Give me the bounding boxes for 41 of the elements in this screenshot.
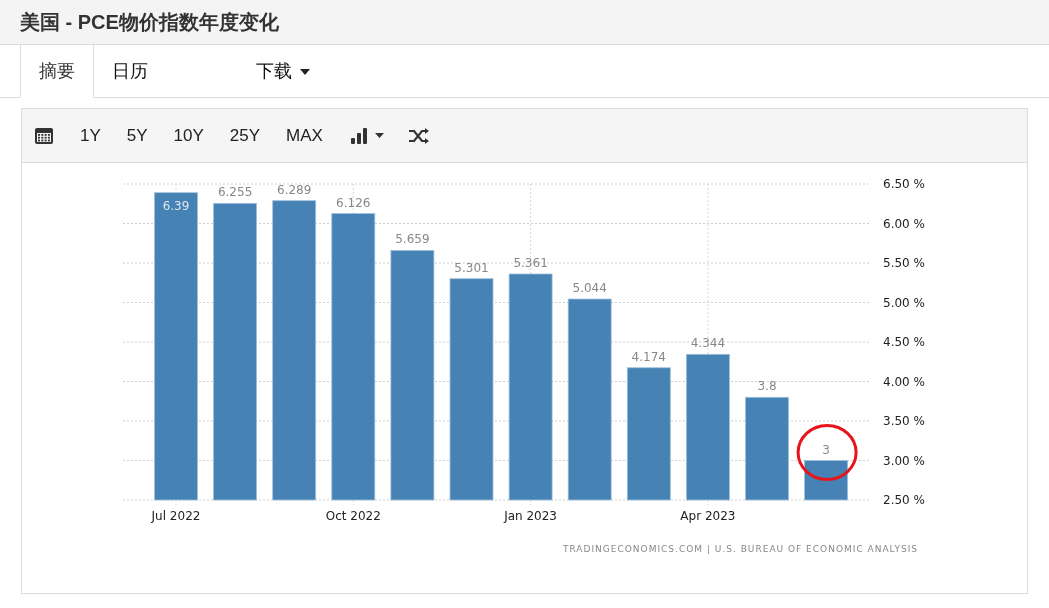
axis-label: Jul 2022 [151,509,201,523]
axis-label: 5.00 % [883,295,925,310]
data-label: 5.361 [513,256,548,270]
tab[interactable]: 下载 [166,45,326,98]
range-button[interactable]: 5Y [116,122,158,149]
page-title: 美国 - PCE物价指数年度变化 [20,10,279,35]
source-credit: TRADINGECONOMICS.COM | U.S. BUREAU OF ECONOMIC ANALYSIS [562,544,918,554]
data-label: 5.044 [572,281,607,295]
caret-icon [300,68,310,75]
bar [804,460,848,501]
range-button[interactable]: 1Y [70,122,111,149]
data-label: 3 [822,442,830,457]
data-label: 3.8 [757,379,777,394]
range-button[interactable]: MAX [276,122,333,149]
bar-chart-icon [350,127,367,144]
axis-label: 3.00 % [883,453,925,468]
axis-label: 4.50 % [883,335,925,349]
data-label: 6.126 [336,195,371,210]
data-label: 6.255 [217,185,253,200]
shuffle-icon[interactable] [407,127,430,144]
axis-label: Apr 2023 [680,509,736,523]
tab[interactable]: 摘要 [20,45,94,98]
data-label: 6.289 [277,182,312,197]
axis-label: 5.50 % [883,256,925,270]
axis-label: 2.50 % [883,493,925,507]
axis-label: Oct 2022 [325,509,381,523]
axis-label: Jan 2023 [504,509,558,523]
axis-label: 6.00 % [883,216,925,231]
tab[interactable]: 日历 [94,45,166,98]
axis-label: 3.50 % [883,414,925,428]
data-label: 4.174 [631,349,666,364]
axis-label: 6.50 % [883,177,925,191]
data-label: 5.659 [395,232,430,247]
calendar-icon[interactable] [34,125,54,146]
range-button[interactable]: 25Y [219,122,271,149]
data-label: 4.344 [690,336,726,351]
range-button[interactable]: 10Y [163,122,214,149]
data-label: 5.301 [454,260,489,275]
data-label: 6.39 [162,198,190,213]
caret-icon [374,133,384,138]
axis-label: 4.00 % [883,374,925,389]
